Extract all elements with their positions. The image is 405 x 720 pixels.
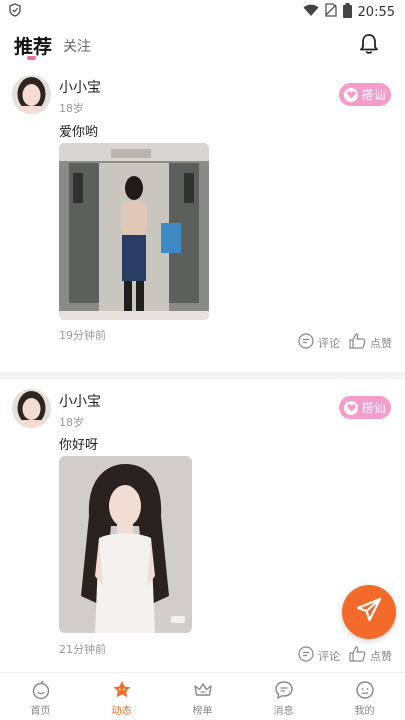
- nav-profile-label: 我的: [354, 706, 375, 717]
- status-bar: 20:55: [0, 0, 405, 24]
- home-icon: [31, 680, 51, 700]
- chat-button[interactable]: 搭讪: [339, 83, 391, 106]
- status-time: 20:55: [357, 4, 395, 20]
- comment-label: 评论: [318, 649, 340, 663]
- like-label: 点赞: [370, 649, 392, 663]
- shield-icon: [8, 3, 22, 21]
- avatar[interactable]: [12, 75, 51, 114]
- heart-icon: [344, 87, 359, 102]
- nav-ranking-label: 榜单: [192, 706, 213, 717]
- comment-icon: [298, 333, 314, 352]
- comment-button[interactable]: 评论: [298, 333, 340, 352]
- thumbs-up-icon: [349, 333, 366, 352]
- post-text: 你好呀: [59, 438, 99, 453]
- chat-button-label: 搭讪: [361, 401, 386, 415]
- bell-icon[interactable]: [359, 33, 379, 55]
- profile-icon: [355, 680, 375, 700]
- like-button[interactable]: 点赞: [349, 333, 392, 352]
- nav-messages[interactable]: 消息: [243, 673, 324, 720]
- bottom-nav: 首页 动态 榜单 消息 我的: [0, 672, 405, 720]
- nav-moments[interactable]: 动态: [81, 673, 162, 720]
- post-time: 21分钟前: [59, 643, 106, 656]
- no-sim-icon: [324, 3, 337, 21]
- nav-home[interactable]: 首页: [0, 673, 81, 720]
- heart-icon: [344, 400, 359, 415]
- status-right: 20:55: [303, 2, 395, 22]
- age-label: 18岁: [59, 102, 84, 115]
- paper-plane-icon: [355, 596, 383, 628]
- username[interactable]: 小小宝: [59, 77, 101, 97]
- header: 推荐 关注: [0, 28, 405, 64]
- nav-moments-label: 动态: [111, 706, 132, 717]
- wifi-icon: [303, 4, 319, 21]
- battery-icon: [342, 2, 352, 22]
- post-time: 19分钟前: [59, 329, 106, 342]
- tab-recommend[interactable]: 推荐: [14, 32, 52, 59]
- tab-indicator: [27, 56, 36, 60]
- crown-icon: [193, 680, 213, 700]
- like-label: 点赞: [370, 336, 392, 350]
- comment-icon: [298, 646, 314, 665]
- publish-button[interactable]: [342, 585, 396, 639]
- nav-ranking[interactable]: 榜单: [162, 673, 243, 720]
- avatar[interactable]: [12, 389, 51, 428]
- message-icon: [274, 680, 294, 700]
- post-divider: [0, 372, 405, 379]
- post-photo[interactable]: [59, 143, 209, 320]
- thumbs-up-icon: [349, 646, 366, 665]
- nav-profile[interactable]: 我的: [324, 673, 405, 720]
- chat-button-label: 搭讪: [361, 88, 386, 102]
- post-photo[interactable]: [59, 456, 192, 633]
- comment-button[interactable]: 评论: [298, 646, 340, 665]
- post-text: 爱你哟: [59, 125, 99, 140]
- age-label: 18岁: [59, 416, 84, 429]
- comment-label: 评论: [318, 336, 340, 350]
- moments-icon: [112, 680, 132, 700]
- chat-button[interactable]: 搭讪: [339, 396, 391, 419]
- like-button[interactable]: 点赞: [349, 646, 392, 665]
- nav-messages-label: 消息: [273, 706, 294, 717]
- nav-home-label: 首页: [30, 706, 51, 717]
- username[interactable]: 小小宝: [59, 391, 101, 411]
- tab-follow[interactable]: 关注: [63, 36, 91, 56]
